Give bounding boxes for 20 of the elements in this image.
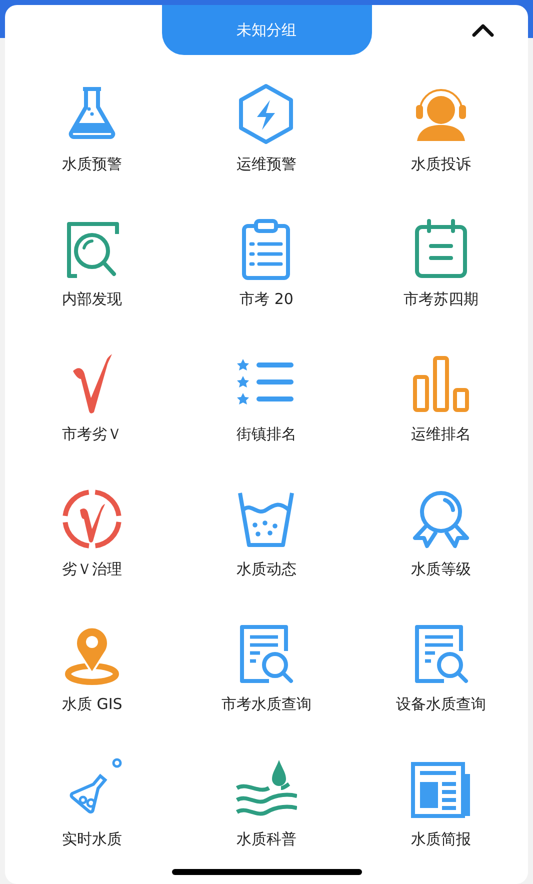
menu-item[interactable]: 实时水质 [5, 758, 180, 853]
menu-item[interactable]: 内部发现 [5, 218, 180, 313]
chevron-up-icon [472, 23, 494, 37]
menu-item[interactable]: 市考水质查询 [179, 623, 354, 718]
menu-item[interactable]: 运维排名 [354, 353, 528, 448]
menu-item[interactable]: 水质简报 [354, 758, 528, 853]
menu-item[interactable]: 水质等级 [354, 488, 528, 583]
menu-item[interactable]: 水质投诉 [354, 83, 528, 178]
menu-item[interactable]: 市考劣Ｖ [5, 353, 180, 448]
menu-item[interactable]: 街镇排名 [179, 353, 354, 448]
menu-item[interactable]: 水质预警 [5, 83, 180, 178]
v-circle-icon [61, 488, 124, 550]
menu-item[interactable]: 水质动态 [179, 488, 354, 583]
menu-item[interactable]: 劣Ｖ治理 [5, 488, 180, 583]
menu-item[interactable]: 水质科普 [179, 758, 354, 853]
menu-item[interactable]: 市考苏四期 [354, 218, 528, 313]
menu-item[interactable]: 运维预警 [179, 83, 354, 178]
menu-item[interactable]: 市考 20 [179, 218, 354, 313]
menu-item[interactable]: 水质 GIS [5, 623, 180, 718]
menu-item[interactable]: 设备水质查询 [354, 623, 528, 718]
